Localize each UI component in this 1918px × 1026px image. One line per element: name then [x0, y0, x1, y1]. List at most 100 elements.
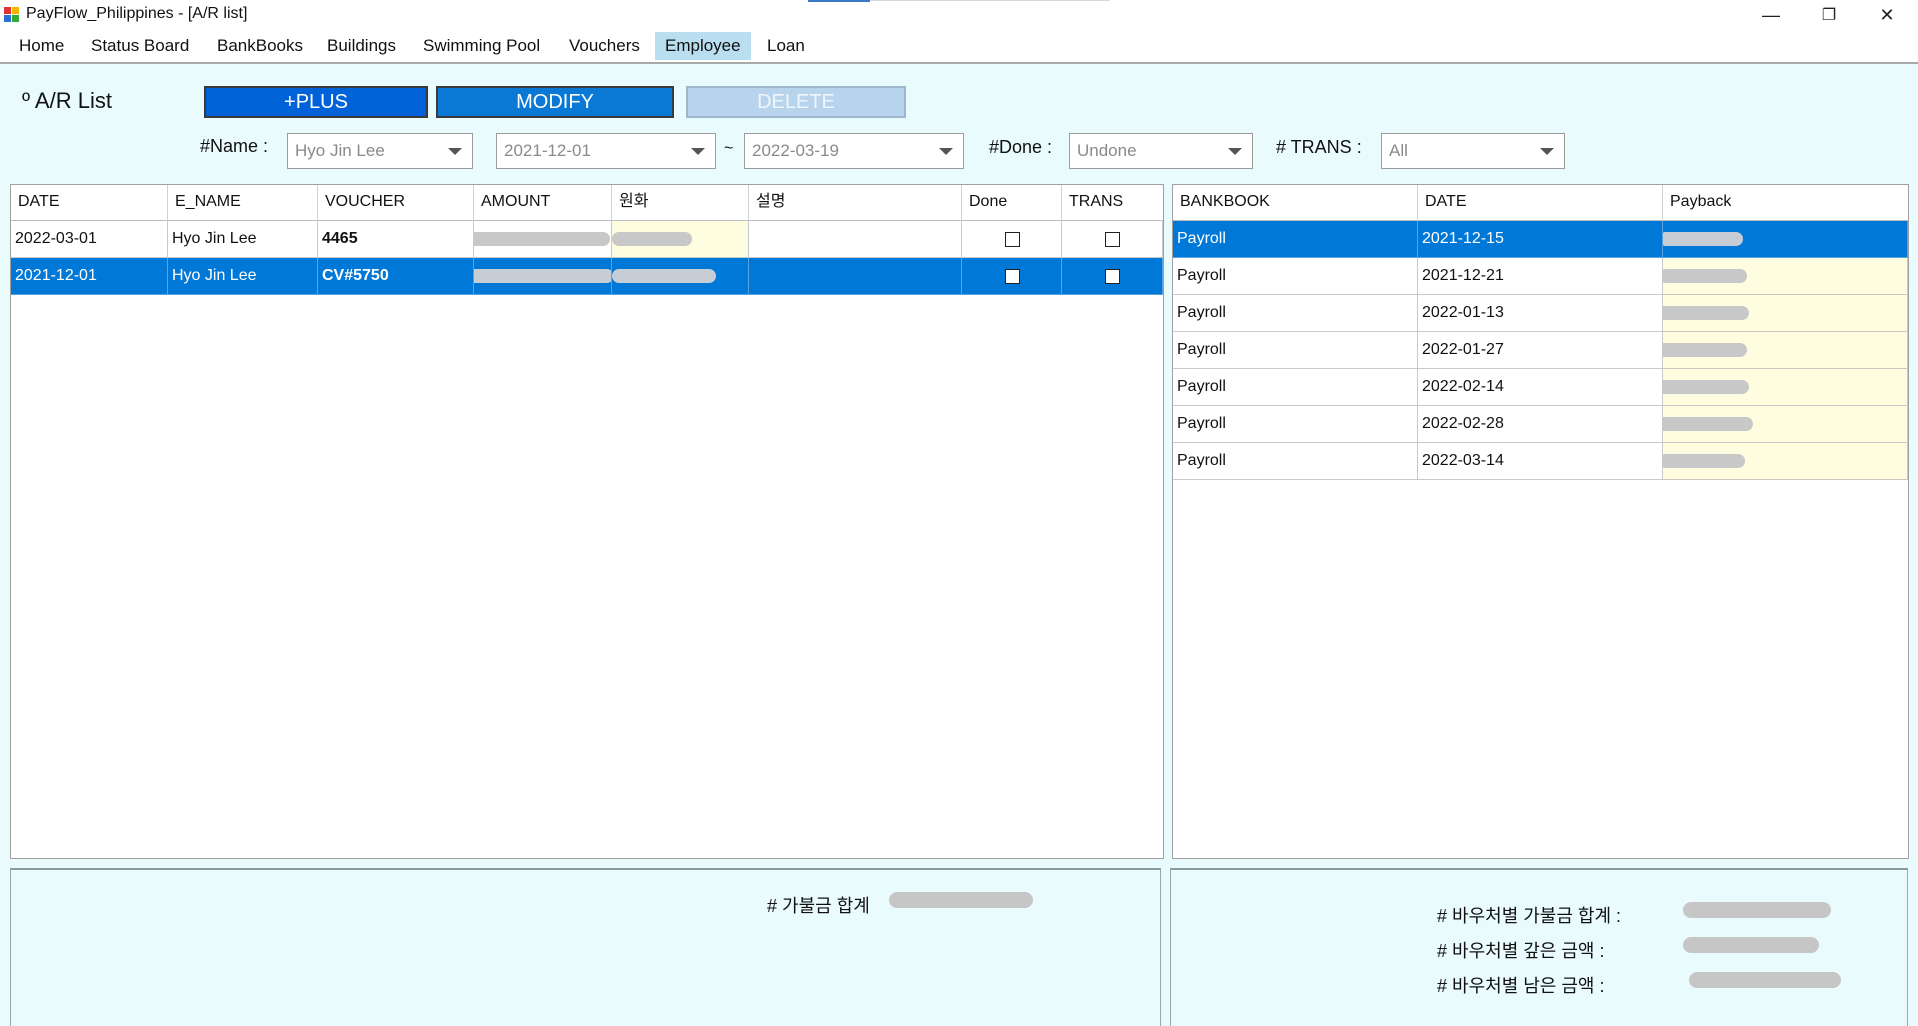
chevron-down-icon	[1540, 148, 1554, 155]
table-row[interactable]: Payroll 2022-01-13	[1173, 295, 1908, 332]
table-row[interactable]: Payroll 2022-01-27	[1173, 332, 1908, 369]
cell-payback	[1663, 332, 1908, 369]
cell-krw	[612, 258, 749, 295]
menu-vouchers[interactable]: Vouchers	[559, 32, 650, 60]
done-select[interactable]: Undone	[1069, 133, 1253, 169]
date-range-separator: ~	[724, 140, 734, 157]
cell-payback	[1663, 258, 1908, 295]
done-checkbox[interactable]	[1004, 269, 1020, 284]
restore-button[interactable]: ❐	[1800, 0, 1858, 30]
cell-e-name: Hyo Jin Lee	[168, 221, 318, 258]
cell-trans	[1062, 221, 1163, 258]
payback-table-header: BANKBOOK DATE Payback	[1173, 185, 1908, 221]
redacted-value	[1663, 380, 1749, 394]
voucher-summary-panel: # 바우처별 가불금 합계 : # 바우처별 갚은 금액 : # 바우처별 남은…	[1170, 868, 1908, 1026]
cell-date: 2022-02-14	[1418, 369, 1663, 406]
menu-loan[interactable]: Loan	[757, 32, 815, 60]
ar-summary-panel: # 가불금 합계	[10, 868, 1161, 1026]
modify-button[interactable]: MODIFY	[436, 86, 674, 118]
title-accent-line	[808, 0, 870, 2]
menu-home[interactable]: Home	[9, 32, 74, 60]
table-row[interactable]: Payroll 2022-02-28	[1173, 406, 1908, 443]
date-to-picker[interactable]: 2022-03-19	[744, 133, 964, 169]
cell-bankbook: Payroll	[1173, 406, 1418, 443]
cell-bankbook: Payroll	[1173, 221, 1418, 258]
cell-payback	[1663, 443, 1908, 480]
redacted-value	[1663, 306, 1749, 320]
trans-checkbox[interactable]	[1105, 232, 1120, 247]
close-button[interactable]: ✕	[1858, 0, 1916, 30]
voucher-remain-label: # 바우처별 남은 금액 :	[1437, 976, 1605, 996]
trans-select-value: All	[1389, 141, 1408, 160]
window-title: PayFlow_Philippines - [A/R list]	[26, 5, 248, 22]
redacted-value	[612, 232, 692, 246]
redacted-value	[1663, 454, 1745, 468]
menu-status-board[interactable]: Status Board	[81, 32, 199, 60]
trans-checkbox[interactable]	[1105, 269, 1120, 284]
redacted-value	[612, 269, 716, 283]
plus-button[interactable]: +PLUS	[204, 86, 428, 118]
menu-swimming-pool[interactable]: Swimming Pool	[413, 32, 550, 60]
table-row[interactable]: 2021-12-01 Hyo Jin Lee CV#5750	[11, 258, 1163, 295]
cell-bankbook: Payroll	[1173, 332, 1418, 369]
column-header-payback[interactable]: Payback	[1663, 185, 1908, 221]
voucher-paid-value-redacted	[1683, 937, 1819, 953]
cell-bankbook: Payroll	[1173, 295, 1418, 332]
minimize-button[interactable]: —	[1742, 0, 1800, 30]
date-to-value: 2022-03-19	[752, 141, 839, 160]
date-from-value: 2021-12-01	[504, 141, 591, 160]
cell-bankbook: Payroll	[1173, 369, 1418, 406]
title-bar: PayFlow_Philippines - [A/R list] — ❐ ✕	[0, 0, 1918, 30]
chevron-down-icon	[939, 148, 953, 155]
done-checkbox[interactable]	[1004, 232, 1020, 247]
column-header-amount[interactable]: AMOUNT	[474, 185, 612, 221]
ar-table[interactable]: DATE E_NAME VOUCHER AMOUNT 원화 설명 Done TR…	[10, 184, 1164, 859]
menu-employee[interactable]: Employee	[655, 32, 751, 60]
column-header-done[interactable]: Done	[962, 185, 1062, 221]
voucher-total-value-redacted	[1683, 902, 1831, 918]
trans-select[interactable]: All	[1381, 133, 1565, 169]
table-row[interactable]: Payroll 2022-03-14	[1173, 443, 1908, 480]
table-row[interactable]: Payroll 2021-12-21	[1173, 258, 1908, 295]
name-select[interactable]: Hyo Jin Lee	[287, 133, 473, 169]
cell-date: 2021-12-15	[1418, 221, 1663, 258]
redacted-value	[1663, 232, 1743, 246]
redacted-value	[474, 269, 611, 283]
column-header-krw[interactable]: 원화	[612, 185, 749, 221]
cell-description	[749, 258, 962, 295]
delete-button[interactable]: DELETE	[686, 86, 906, 118]
page-title: º A/R List	[22, 88, 112, 113]
cell-date: 2022-03-14	[1418, 443, 1663, 480]
menu-buildings[interactable]: Buildings	[317, 32, 406, 60]
cell-amount	[474, 258, 612, 295]
menu-bankbooks[interactable]: BankBooks	[207, 32, 313, 60]
column-header-payback-date[interactable]: DATE	[1418, 185, 1663, 221]
column-header-e-name[interactable]: E_NAME	[168, 185, 318, 221]
table-row[interactable]: Payroll 2021-12-15	[1173, 221, 1908, 258]
cell-payback	[1663, 369, 1908, 406]
column-header-bankbook[interactable]: BANKBOOK	[1173, 185, 1418, 221]
column-header-trans[interactable]: TRANS	[1062, 185, 1163, 221]
ar-list-panel: º A/R List +PLUS MODIFY DELETE #Name : H…	[0, 62, 1918, 1026]
chevron-down-icon	[691, 148, 705, 155]
date-from-picker[interactable]: 2021-12-01	[496, 133, 716, 169]
table-row[interactable]: 2022-03-01 Hyo Jin Lee 4465	[11, 221, 1163, 258]
column-header-voucher[interactable]: VOUCHER	[318, 185, 474, 221]
column-header-date[interactable]: DATE	[11, 185, 168, 221]
table-row[interactable]: Payroll 2022-02-14	[1173, 369, 1908, 406]
column-header-description[interactable]: 설명	[749, 185, 962, 221]
payback-table[interactable]: BANKBOOK DATE Payback Payroll 2021-12-15…	[1172, 184, 1909, 859]
ar-total-label: # 가불금 합계	[767, 896, 870, 916]
ar-table-header: DATE E_NAME VOUCHER AMOUNT 원화 설명 Done TR…	[11, 185, 1163, 221]
cell-description	[749, 221, 962, 258]
done-select-value: Undone	[1077, 141, 1137, 160]
redacted-value	[1663, 417, 1753, 431]
cell-voucher: CV#5750	[318, 258, 474, 295]
ar-total-value-redacted	[889, 892, 1033, 908]
cell-krw	[612, 221, 749, 258]
name-select-value: Hyo Jin Lee	[295, 141, 385, 160]
cell-e-name: Hyo Jin Lee	[168, 258, 318, 295]
cell-done	[962, 258, 1062, 295]
voucher-remain-value-redacted	[1689, 972, 1841, 988]
cell-done	[962, 221, 1062, 258]
